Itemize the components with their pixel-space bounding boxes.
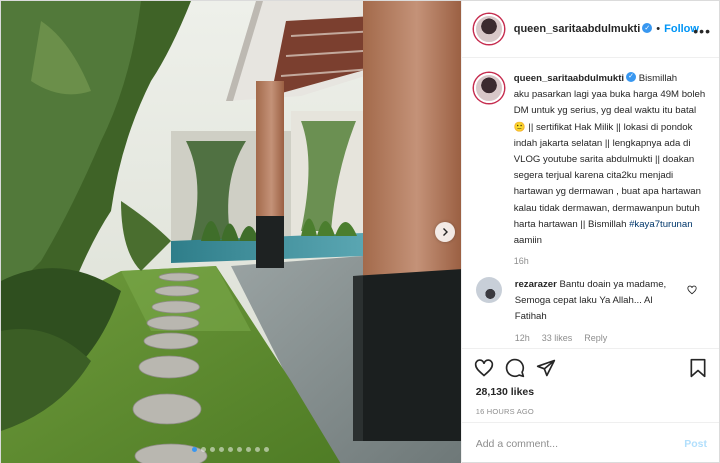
add-comment-bar: Post [461,422,719,463]
more-options-icon[interactable]: ••• [693,23,711,39]
paper-plane-icon[interactable] [536,358,556,378]
verified-badge-icon: ✓ [642,23,653,34]
carousel-dot [219,447,225,452]
commenter-username[interactable]: rezarazer [515,279,557,290]
carousel-next-button[interactable] [435,222,455,242]
carousel-dot [192,447,198,452]
carousel-dot [264,447,270,452]
heart-icon[interactable] [474,358,494,378]
comment-body: rezarazer Bantu doain ya madame, Semoga … [515,277,685,343]
comment-item: rezarazer Bantu doain ya madame, Semoga … [474,277,711,343]
chevron-right-icon [443,228,448,236]
instagram-post: queen_saritaabdulmukti ✓ • Follow ••• que… [0,0,720,463]
caption-timestamp: 16h [513,256,529,267]
post-photo[interactable] [1,1,461,463]
post-header: queen_saritaabdulmukti ✓ • Follow ••• [461,1,719,58]
verified-badge-icon: ✓ [626,72,637,83]
separator-dot: • [656,23,661,35]
carousel-dot [237,447,243,452]
post-date[interactable]: 16 HOURS AGO [462,407,719,416]
carousel-dot [201,447,207,452]
post-side-panel: queen_saritaabdulmukti ✓ • Follow ••• que… [460,1,719,463]
caption-avatar[interactable] [473,73,504,103]
action-bar [462,349,719,387]
carousel-dot [246,447,252,452]
author-avatar[interactable] [473,14,504,44]
garden-pool-photo [1,1,461,463]
comment-meta: 12h 33 likes Reply [515,333,685,343]
commenter-avatar[interactable] [475,277,502,303]
post-caption: queen_saritaabdulmukti ✓ Bismillah aku pa… [473,71,711,266]
hashtag-link[interactable]: #kaya7turunan [629,219,692,230]
carousel-indicator [1,447,461,452]
carousel-dot [255,447,261,452]
post-actions-section: 28,130 likes 16 HOURS AGO [461,348,719,416]
reply-button[interactable]: Reply [584,333,607,343]
caption-ending: aamiin [513,235,542,247]
carousel-dot [228,447,234,452]
comment-likes[interactable]: 33 likes [542,333,573,343]
bookmark-icon[interactable] [689,358,707,378]
author-username[interactable]: queen_saritaabdulmukti ✓ [514,23,653,35]
comment-icon[interactable] [505,358,525,378]
post-comment-button[interactable]: Post [684,438,707,450]
likes-count[interactable]: 28,130 likes [462,386,719,398]
carousel-dot [210,447,216,452]
comment-heart-icon[interactable] [687,285,697,295]
caption-body: queen_saritaabdulmukti ✓ Bismillah aku pa… [514,71,706,266]
caption-text: queen_saritaabdulmukti ✓ Bismillah aku pa… [514,71,706,249]
caption-username[interactable]: queen_saritaabdulmukti ✓ [514,72,637,84]
caption-content: Bismillah aku pasarkan lagi yaa buka har… [513,73,706,230]
comment-input[interactable] [475,437,676,450]
comment-text: rezarazer Bantu doain ya madame, Semoga … [515,277,685,326]
comment-time: 12h [514,332,530,343]
